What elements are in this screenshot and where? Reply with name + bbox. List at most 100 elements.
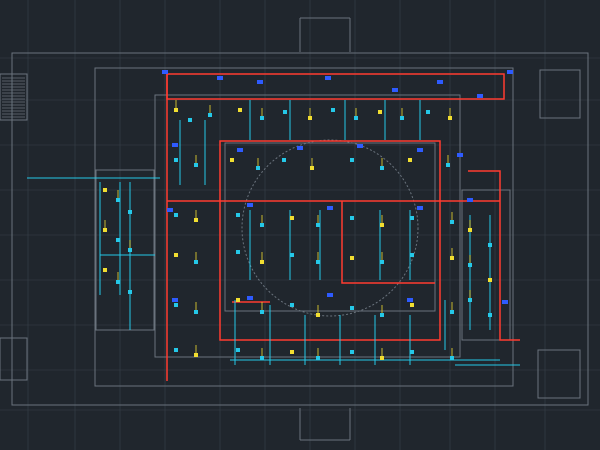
air-terminal xyxy=(236,213,240,217)
air-terminal xyxy=(194,310,198,314)
blue-marker xyxy=(172,143,178,147)
blue-marker xyxy=(297,146,303,150)
air-terminal xyxy=(174,253,178,257)
air-terminal xyxy=(488,243,492,247)
air-terminal xyxy=(260,310,264,314)
left-stair xyxy=(2,77,25,118)
air-terminal xyxy=(260,260,264,264)
blue-marker xyxy=(407,298,413,302)
bottom-entrance xyxy=(299,408,351,441)
air-terminal xyxy=(410,216,414,220)
air-terminal xyxy=(260,223,264,227)
air-terminal xyxy=(116,238,120,242)
left-service-zone xyxy=(95,169,155,331)
air-terminal xyxy=(316,223,320,227)
right-stair-core xyxy=(539,69,581,119)
air-terminal xyxy=(380,356,384,360)
outer-wall xyxy=(11,52,589,406)
air-terminal xyxy=(282,158,286,162)
blue-marker xyxy=(417,148,423,152)
blue-marker xyxy=(417,206,423,210)
air-terminal xyxy=(290,253,294,257)
air-terminal xyxy=(316,313,320,317)
blue-marker xyxy=(162,70,168,74)
air-terminal xyxy=(103,188,107,192)
blue-marker xyxy=(257,80,263,84)
air-terminal xyxy=(408,158,412,162)
air-terminal xyxy=(174,348,178,352)
blue-marker xyxy=(392,88,398,92)
air-terminal xyxy=(446,163,450,167)
air-terminal xyxy=(283,110,287,114)
air-terminal xyxy=(378,110,382,114)
blue-marker xyxy=(237,148,243,152)
blue-marker xyxy=(167,208,173,212)
air-terminal xyxy=(410,350,414,354)
air-terminal xyxy=(380,166,384,170)
air-terminal xyxy=(128,248,132,252)
air-terminal xyxy=(194,218,198,222)
air-terminal xyxy=(194,163,198,167)
air-terminal xyxy=(350,256,354,260)
air-terminal xyxy=(290,216,294,220)
air-terminal xyxy=(290,303,294,307)
air-terminal xyxy=(238,108,242,112)
blue-marker xyxy=(325,76,331,80)
air-terminal xyxy=(488,313,492,317)
air-terminal xyxy=(116,280,120,284)
air-terminal xyxy=(350,350,354,354)
air-terminal xyxy=(188,118,192,122)
air-terminal xyxy=(236,298,240,302)
blue-marker xyxy=(467,198,473,202)
air-terminal xyxy=(308,116,312,120)
air-terminal xyxy=(468,298,472,302)
air-terminal xyxy=(316,356,320,360)
air-terminal xyxy=(426,110,430,114)
air-terminal xyxy=(128,290,132,294)
air-terminal xyxy=(410,303,414,307)
air-terminal xyxy=(236,250,240,254)
air-terminal xyxy=(174,303,178,307)
air-terminal xyxy=(194,260,198,264)
air-terminal xyxy=(410,253,414,257)
right-lower-core xyxy=(537,349,581,399)
air-terminal xyxy=(194,353,198,357)
air-terminal xyxy=(468,228,472,232)
blue-marker xyxy=(327,293,333,297)
air-terminal xyxy=(350,216,354,220)
air-terminal xyxy=(174,158,178,162)
floor-plan-drawing[interactable] xyxy=(0,0,600,450)
blue-marker xyxy=(172,298,178,302)
air-terminal xyxy=(450,220,454,224)
air-terminal xyxy=(468,263,472,267)
air-terminal xyxy=(103,228,107,232)
air-terminal xyxy=(103,268,107,272)
blue-marker xyxy=(247,203,253,207)
blue-marker xyxy=(217,76,223,80)
blue-marker xyxy=(357,144,363,148)
cad-drawing-canvas[interactable] xyxy=(0,0,600,450)
air-terminal xyxy=(116,198,120,202)
air-terminal xyxy=(448,116,452,120)
blue-marker xyxy=(437,80,443,84)
air-terminal xyxy=(380,313,384,317)
air-terminal xyxy=(331,108,335,112)
air-terminal xyxy=(450,356,454,360)
blue-marker xyxy=(477,94,483,98)
rotunda-circle xyxy=(241,139,419,317)
air-terminal xyxy=(236,348,240,352)
blue-marker xyxy=(247,296,253,300)
air-terminal xyxy=(256,166,260,170)
air-terminal xyxy=(174,108,178,112)
air-terminal xyxy=(310,166,314,170)
yellow-tag-lines xyxy=(104,100,471,356)
air-terminal xyxy=(380,223,384,227)
central-zone-wall xyxy=(154,94,461,358)
air-terminal xyxy=(316,260,320,264)
air-terminal xyxy=(350,158,354,162)
air-terminal xyxy=(354,116,358,120)
air-terminal xyxy=(260,116,264,120)
air-terminal xyxy=(380,260,384,264)
blue-marker xyxy=(457,153,463,157)
left-lower-core xyxy=(0,337,28,381)
